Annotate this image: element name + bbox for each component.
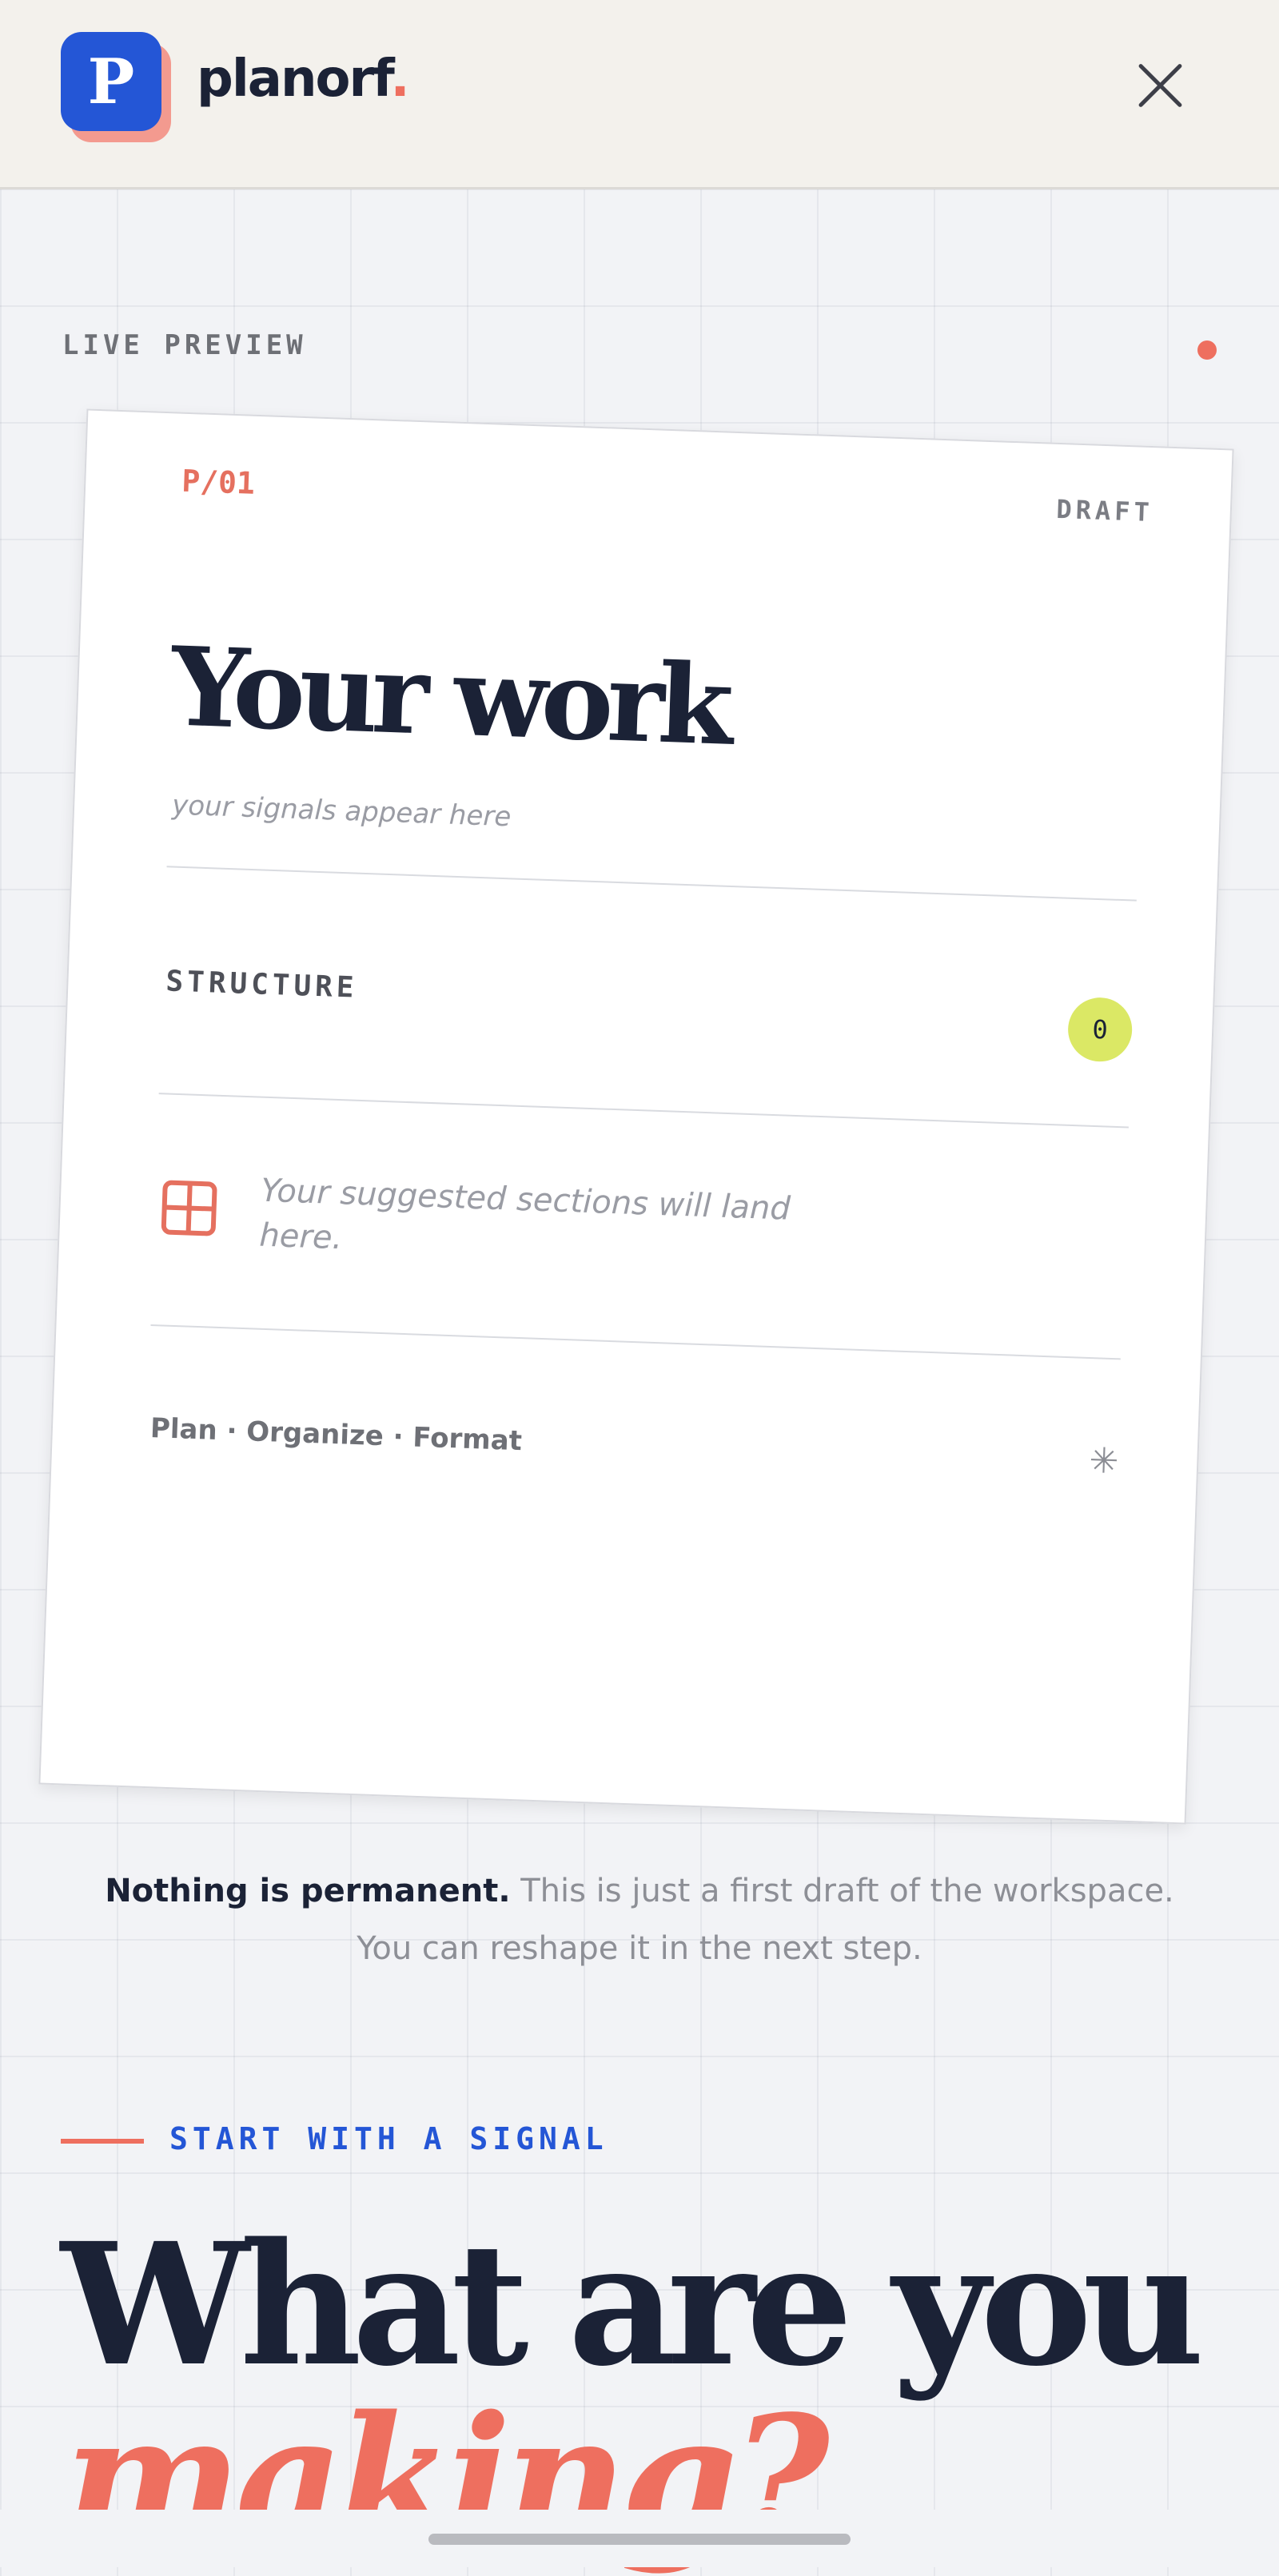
- card-subtitle: your signals appear here: [171, 789, 512, 834]
- preview-card: P/01 DRAFT Your work your signals appear…: [38, 408, 1234, 1825]
- divider: [150, 1324, 1121, 1360]
- divider: [158, 1093, 1129, 1129]
- divider: [166, 866, 1137, 902]
- card-title: Your work: [169, 623, 730, 770]
- asterisk-icon: ✳: [1088, 1440, 1120, 1483]
- signal-label: START WITH A SIGNAL: [169, 2121, 608, 2156]
- card-id: P/01: [181, 463, 256, 501]
- home-indicator[interactable]: [428, 2534, 851, 2545]
- app-header: P planorf.: [0, 0, 1279, 189]
- close-icon[interactable]: [1134, 59, 1186, 112]
- structure-label: STRUCTURE: [165, 965, 359, 1005]
- logo-letter: P: [61, 32, 161, 131]
- empty-sections-text: Your suggested sections will land here.: [258, 1172, 791, 1257]
- live-status-dot: [1197, 340, 1217, 360]
- page-headline: What are you: [61, 2206, 1205, 2403]
- structure-count-badge: 0: [1066, 996, 1134, 1063]
- draft-note: Nothing is permanent. This is just a fir…: [96, 1862, 1183, 1977]
- card-status: DRAFT: [1055, 493, 1154, 528]
- note-strong: Nothing is permanent.: [105, 1873, 511, 1909]
- brand-name: planorf.: [197, 50, 410, 109]
- brand-text: planorf: [197, 50, 392, 109]
- signal-dash: [61, 2139, 144, 2144]
- app-logo: P: [61, 32, 173, 144]
- card-footer-tags: Plan · Organize · Format: [149, 1412, 523, 1458]
- brand-dot: .: [390, 50, 409, 109]
- live-preview-label: LIVE PREVIEW: [62, 329, 307, 361]
- grid-icon: [161, 1180, 217, 1236]
